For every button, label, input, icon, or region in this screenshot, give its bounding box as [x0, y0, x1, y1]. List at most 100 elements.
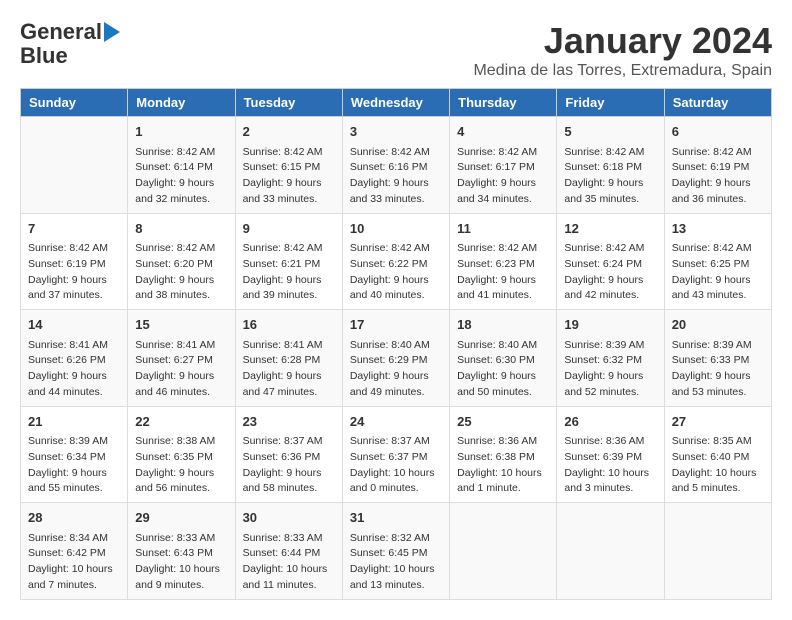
day-number: 25 [457, 412, 549, 432]
calendar-cell: 15 Sunrise: 8:41 AMSunset: 6:27 PMDayligh… [128, 310, 235, 407]
day-number: 15 [135, 315, 227, 335]
day-number: 5 [564, 122, 656, 142]
calendar-cell [450, 503, 557, 600]
day-number: 6 [672, 122, 764, 142]
day-info: Sunrise: 8:42 AMSunset: 6:18 PMDaylight:… [564, 145, 656, 208]
calendar-cell: 13Sunrise: 8:42 AMSunset: 6:25 PMDayligh… [664, 213, 771, 310]
logo: General Blue [20, 20, 120, 68]
day-info: Sunrise: 8:36 AMSunset: 6:39 PMDaylight:… [564, 434, 656, 497]
day-number: 13 [672, 219, 764, 239]
day-number: 20 [672, 315, 764, 335]
day-number: 23 [243, 412, 335, 432]
day-info: Sunrise: 8:42 AMSunset: 6:16 PMDaylight:… [350, 145, 442, 208]
day-info: Sunrise: 8:42 AMSunset: 6:19 PMDaylight:… [672, 145, 764, 208]
calendar-cell: 25Sunrise: 8:36 AMSunset: 6:38 PMDayligh… [450, 406, 557, 503]
main-title: January 2024 [473, 20, 772, 62]
calendar-cell: 18 Sunrise: 8:40 AMSunset: 6:30 PMDayligh… [450, 310, 557, 407]
day-number: 8 [135, 219, 227, 239]
day-info: Sunrise: 8:37 AMSunset: 6:37 PMDaylight:… [350, 434, 442, 497]
calendar-cell: 2 Sunrise: 8:42 AMSunset: 6:15 PMDaylight… [235, 117, 342, 214]
calendar-cell: 4 Sunrise: 8:42 AMSunset: 6:17 PMDaylight… [450, 117, 557, 214]
day-number: 19 [564, 315, 656, 335]
day-number: 9 [243, 219, 335, 239]
day-info: Sunrise: 8:42 AMSunset: 6:14 PMDaylight:… [135, 145, 227, 208]
day-info: Sunrise: 8:39 AMSunset: 6:34 PMDaylight:… [28, 434, 120, 497]
calendar-cell: 6 Sunrise: 8:42 AMSunset: 6:19 PMDaylight… [664, 117, 771, 214]
calendar-cell: 21Sunrise: 8:39 AMSunset: 6:34 PMDayligh… [21, 406, 128, 503]
day-info: Sunrise: 8:42 AMSunset: 6:24 PMDaylight:… [564, 241, 656, 304]
day-info: Sunrise: 8:37 AMSunset: 6:36 PMDaylight:… [243, 434, 335, 497]
calendar-cell [664, 503, 771, 600]
calendar-week-row: 28 Sunrise: 8:34 AMSunset: 6:42 PMDayligh… [21, 503, 772, 600]
column-header-wednesday: Wednesday [342, 89, 449, 117]
day-info: Sunrise: 8:42 AMSunset: 6:19 PMDaylight:… [28, 241, 120, 304]
calendar-cell: 31 Sunrise: 8:32 AMSunset: 6:45 PMDayligh… [342, 503, 449, 600]
day-info: Sunrise: 8:33 AMSunset: 6:43 PMDaylight:… [135, 531, 227, 594]
column-header-friday: Friday [557, 89, 664, 117]
calendar-cell: 5 Sunrise: 8:42 AMSunset: 6:18 PMDaylight… [557, 117, 664, 214]
logo-text-blue: Blue [20, 44, 68, 68]
day-info: Sunrise: 8:42 AMSunset: 6:22 PMDaylight:… [350, 241, 442, 304]
day-number: 28 [28, 508, 120, 528]
day-number: 1 [135, 122, 227, 142]
day-number: 31 [350, 508, 442, 528]
calendar-cell: 20 Sunrise: 8:39 AMSunset: 6:33 PMDayligh… [664, 310, 771, 407]
calendar-cell: 11Sunrise: 8:42 AMSunset: 6:23 PMDayligh… [450, 213, 557, 310]
calendar-cell: 10Sunrise: 8:42 AMSunset: 6:22 PMDayligh… [342, 213, 449, 310]
day-number: 14 [28, 315, 120, 335]
calendar-cell: 1 Sunrise: 8:42 AMSunset: 6:14 PMDaylight… [128, 117, 235, 214]
day-number: 17 [350, 315, 442, 335]
calendar-cell: 19 Sunrise: 8:39 AMSunset: 6:32 PMDayligh… [557, 310, 664, 407]
day-info: Sunrise: 8:41 AMSunset: 6:26 PMDaylight:… [28, 338, 120, 401]
day-number: 21 [28, 412, 120, 432]
calendar-cell [557, 503, 664, 600]
day-info: Sunrise: 8:39 AMSunset: 6:32 PMDaylight:… [564, 338, 656, 401]
day-number: 24 [350, 412, 442, 432]
day-info: Sunrise: 8:40 AMSunset: 6:29 PMDaylight:… [350, 338, 442, 401]
day-number: 2 [243, 122, 335, 142]
calendar-week-row: 21Sunrise: 8:39 AMSunset: 6:34 PMDayligh… [21, 406, 772, 503]
day-info: Sunrise: 8:36 AMSunset: 6:38 PMDaylight:… [457, 434, 549, 497]
calendar-cell: 8Sunrise: 8:42 AMSunset: 6:20 PMDaylight… [128, 213, 235, 310]
day-info: Sunrise: 8:42 AMSunset: 6:15 PMDaylight:… [243, 145, 335, 208]
day-number: 10 [350, 219, 442, 239]
day-number: 3 [350, 122, 442, 142]
day-info: Sunrise: 8:42 AMSunset: 6:20 PMDaylight:… [135, 241, 227, 304]
day-info: Sunrise: 8:41 AMSunset: 6:27 PMDaylight:… [135, 338, 227, 401]
day-info: Sunrise: 8:38 AMSunset: 6:35 PMDaylight:… [135, 434, 227, 497]
day-number: 18 [457, 315, 549, 335]
calendar-week-row: 7Sunrise: 8:42 AMSunset: 6:19 PMDaylight… [21, 213, 772, 310]
day-info: Sunrise: 8:40 AMSunset: 6:30 PMDaylight:… [457, 338, 549, 401]
calendar-table: SundayMondayTuesdayWednesdayThursdayFrid… [20, 88, 772, 600]
calendar-cell: 14 Sunrise: 8:41 AMSunset: 6:26 PMDayligh… [21, 310, 128, 407]
calendar-cell: 27Sunrise: 8:35 AMSunset: 6:40 PMDayligh… [664, 406, 771, 503]
column-header-saturday: Saturday [664, 89, 771, 117]
subtitle: Medina de las Torres, Extremadura, Spain [473, 62, 772, 80]
day-info: Sunrise: 8:42 AMSunset: 6:23 PMDaylight:… [457, 241, 549, 304]
day-info: Sunrise: 8:42 AMSunset: 6:17 PMDaylight:… [457, 145, 549, 208]
calendar-cell: 17 Sunrise: 8:40 AMSunset: 6:29 PMDayligh… [342, 310, 449, 407]
day-info: Sunrise: 8:42 AMSunset: 6:25 PMDaylight:… [672, 241, 764, 304]
day-number: 4 [457, 122, 549, 142]
day-info: Sunrise: 8:41 AMSunset: 6:28 PMDaylight:… [243, 338, 335, 401]
day-info: Sunrise: 8:39 AMSunset: 6:33 PMDaylight:… [672, 338, 764, 401]
logo-arrow-icon [104, 22, 120, 42]
calendar-cell: 30Sunrise: 8:33 AMSunset: 6:44 PMDayligh… [235, 503, 342, 600]
calendar-cell: 16Sunrise: 8:41 AMSunset: 6:28 PMDayligh… [235, 310, 342, 407]
calendar-cell: 3 Sunrise: 8:42 AMSunset: 6:16 PMDaylight… [342, 117, 449, 214]
calendar-cell: 26Sunrise: 8:36 AMSunset: 6:39 PMDayligh… [557, 406, 664, 503]
calendar-cell: 7Sunrise: 8:42 AMSunset: 6:19 PMDaylight… [21, 213, 128, 310]
day-info: Sunrise: 8:32 AMSunset: 6:45 PMDaylight:… [350, 531, 442, 594]
calendar-cell: 23Sunrise: 8:37 AMSunset: 6:36 PMDayligh… [235, 406, 342, 503]
day-number: 26 [564, 412, 656, 432]
logo-text-general: General [20, 20, 102, 44]
day-info: Sunrise: 8:33 AMSunset: 6:44 PMDaylight:… [243, 531, 335, 594]
column-header-tuesday: Tuesday [235, 89, 342, 117]
calendar-cell: 29Sunrise: 8:33 AMSunset: 6:43 PMDayligh… [128, 503, 235, 600]
day-number: 11 [457, 219, 549, 239]
day-number: 12 [564, 219, 656, 239]
calendar-cell: 28 Sunrise: 8:34 AMSunset: 6:42 PMDayligh… [21, 503, 128, 600]
day-info: Sunrise: 8:34 AMSunset: 6:42 PMDaylight:… [28, 531, 120, 594]
day-info: Sunrise: 8:42 AMSunset: 6:21 PMDaylight:… [243, 241, 335, 304]
page-header: General Blue January 2024 Medina de las … [20, 20, 772, 80]
